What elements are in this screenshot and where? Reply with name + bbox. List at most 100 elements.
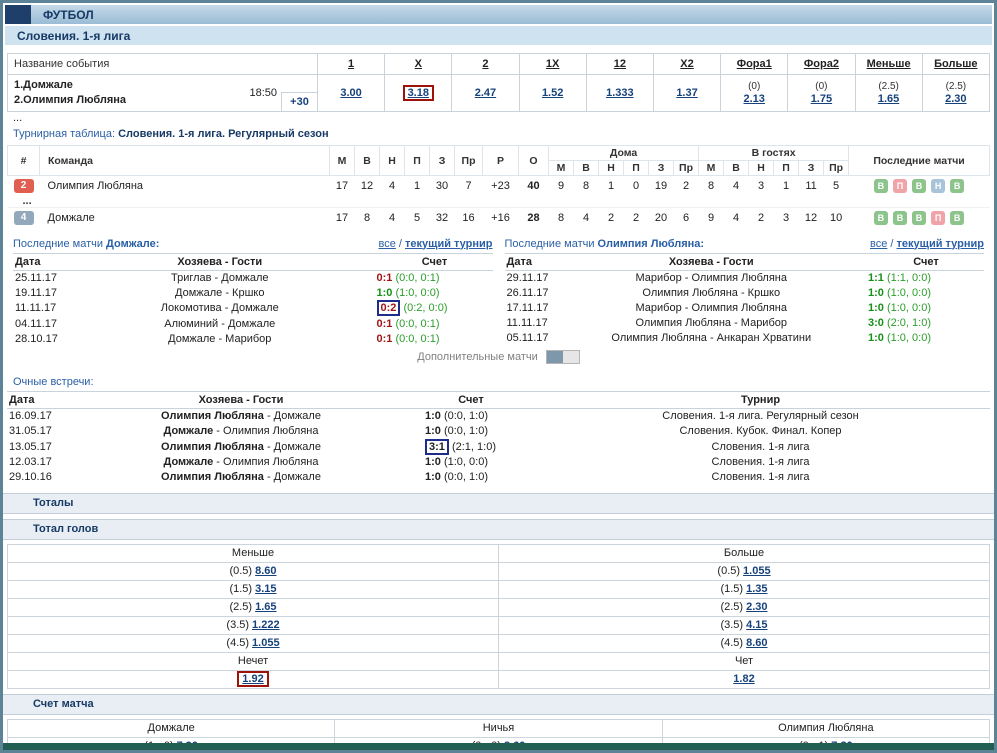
market-header-1[interactable]: 1 xyxy=(316,53,386,75)
total-over-cell[interactable]: (1.5) 1.35 xyxy=(498,579,990,599)
market-header-under[interactable]: Меньше xyxy=(854,53,923,75)
odds-value[interactable]: 8.60 xyxy=(255,565,276,577)
market-header-2[interactable]: 2 xyxy=(451,53,520,75)
odds-value-fora2[interactable]: 1.75 xyxy=(811,93,832,105)
total-under-cell[interactable]: (2.5) 1.65 xyxy=(7,597,499,617)
stat-cell: 4 xyxy=(379,207,405,229)
odds-value-x[interactable]: 3.18 xyxy=(408,87,429,99)
team-name[interactable]: Олимпия Любляна xyxy=(39,175,330,197)
score-header: Счет xyxy=(364,252,493,271)
market-header-fora2-link[interactable]: Фора2 xyxy=(804,58,839,70)
odds-value-fora1[interactable]: 2.13 xyxy=(744,93,765,105)
total-under-cell[interactable]: (3.5) 1.222 xyxy=(7,615,499,635)
odds-value[interactable]: 1.055 xyxy=(743,565,771,577)
market-header-under-link[interactable]: Меньше xyxy=(867,58,911,70)
total-over-cell[interactable]: (4.5) 8.60 xyxy=(498,633,990,653)
even-odds-cell[interactable]: 1.82 xyxy=(498,669,990,689)
additional-matches-toggle[interactable] xyxy=(545,350,580,364)
stat-cell: 8 xyxy=(548,207,574,229)
odds-value[interactable]: 1.222 xyxy=(252,619,280,631)
market-header-fora2[interactable]: Фора2 xyxy=(787,53,856,75)
market-header-1-link[interactable]: 1 xyxy=(348,58,354,70)
odds-cell-12[interactable]: 1.333 xyxy=(585,74,654,112)
odds-cell-over[interactable]: (2.5) 2.30 xyxy=(921,74,991,112)
odds-cell-1x[interactable]: 1.52 xyxy=(518,74,587,112)
total-under-cell[interactable]: (4.5) 1.055 xyxy=(7,633,499,653)
totals-section-header[interactable]: Тоталы xyxy=(3,492,994,514)
market-header-12-link[interactable]: 12 xyxy=(614,58,626,70)
odds-cell-x[interactable]: 3.18 xyxy=(384,74,453,112)
total-over-cell[interactable]: (3.5) 4.15 xyxy=(498,615,990,635)
odds-cell-under[interactable]: (2.5) 1.65 xyxy=(854,74,923,112)
market-header-fora1[interactable]: Фора1 xyxy=(720,53,789,75)
total-under-cell[interactable]: (1.5) 3.15 xyxy=(7,579,499,599)
filter-current-link[interactable]: текущий турнир xyxy=(897,238,984,250)
event-team-1[interactable]: 1.Домжале xyxy=(14,78,235,93)
stat-header: О xyxy=(518,145,549,176)
odd-odds-cell[interactable]: 1.92 xyxy=(7,669,499,689)
more-events-ellipsis: ... xyxy=(13,112,23,124)
odds-value-1[interactable]: 3.00 xyxy=(340,87,361,99)
score-header-row: Домжале Ничья Олимпия Любляна xyxy=(6,718,991,738)
match-row: 25.11.17 Триглав - Домжале 0:1 (0:0, 0:1… xyxy=(13,270,493,285)
event-team-2[interactable]: 2.Олимпия Любляна xyxy=(14,93,235,108)
market-header-1x[interactable]: 1X xyxy=(518,53,587,75)
match-score-section-header[interactable]: Счет матча xyxy=(3,693,994,715)
odds-value[interactable]: 1.92 xyxy=(242,673,263,685)
odds-cell-x2[interactable]: 1.37 xyxy=(652,74,722,112)
filter-all-link[interactable]: все xyxy=(379,238,396,250)
date-header: Дата xyxy=(504,252,567,271)
total-over-cell[interactable]: (0.5) 1.055 xyxy=(498,561,990,581)
team-name[interactable]: Домжале xyxy=(39,207,330,229)
market-header-x[interactable]: X xyxy=(384,53,453,75)
total-goals-section-header[interactable]: Тотал голов xyxy=(3,518,994,540)
match-score: 0:2 (0:2, 0:0) xyxy=(365,300,493,316)
odds-value[interactable]: 3.15 xyxy=(255,583,276,595)
odds-value[interactable]: 2.30 xyxy=(746,601,767,613)
odds-cell-2[interactable]: 2.47 xyxy=(451,74,520,112)
stat-header: Н xyxy=(379,145,405,176)
match-date: 28.10.17 xyxy=(15,332,58,345)
total-over-cell[interactable]: (2.5) 2.30 xyxy=(498,597,990,617)
odds-value[interactable]: 8.60 xyxy=(746,637,767,649)
odds-value-x2[interactable]: 1.37 xyxy=(676,87,697,99)
market-header-over-link[interactable]: Больше xyxy=(934,58,977,70)
market-header-1x-link[interactable]: 1X xyxy=(546,58,559,70)
toggle-off-segment[interactable] xyxy=(562,351,579,363)
market-header-x2-link[interactable]: X2 xyxy=(680,58,693,70)
market-header-fora1-link[interactable]: Фора1 xyxy=(737,58,772,70)
odds-value[interactable]: 1.82 xyxy=(733,673,754,685)
toggle-on-segment[interactable] xyxy=(546,351,563,363)
totals-row: (3.5) 1.222 (3.5) 4.15 xyxy=(7,615,990,635)
match-row: 05.11.17 Олимпия Любляна - Анкаран Хрват… xyxy=(505,330,985,345)
more-markets-button[interactable]: +30 xyxy=(281,92,317,111)
odds-value[interactable]: 4.15 xyxy=(746,619,767,631)
odds-cell-fora1[interactable]: (0) 2.13 xyxy=(720,74,789,112)
odds-cell-1[interactable]: 3.00 xyxy=(316,74,386,112)
market-header-x-link[interactable]: X xyxy=(415,58,422,70)
match-teams: Домжале - Олимпия Любляна xyxy=(163,456,319,468)
total-under-cell[interactable]: (0.5) 8.60 xyxy=(7,561,499,581)
market-header-2-link[interactable]: 2 xyxy=(482,58,488,70)
h2h-row: 16.09.17 Олимпия Любляна - Домжале 1:0 (… xyxy=(7,409,990,424)
odds-value[interactable]: 1.055 xyxy=(252,637,280,649)
odds-value-1x[interactable]: 1.52 xyxy=(542,87,563,99)
odds-cell-fora2[interactable]: (0) 1.75 xyxy=(787,74,856,112)
filter-all-link[interactable]: все xyxy=(870,238,887,250)
stat-cell: 4 xyxy=(379,175,405,197)
odds-value-2[interactable]: 2.47 xyxy=(475,87,496,99)
date-header: Дата xyxy=(13,252,75,271)
market-header-12[interactable]: 12 xyxy=(585,53,654,75)
odds-value-12[interactable]: 1.333 xyxy=(606,87,634,99)
market-header-over[interactable]: Больше xyxy=(921,53,991,75)
stat-cell: 17 xyxy=(329,175,355,197)
filter-current-link[interactable]: текущий турнир xyxy=(405,238,492,250)
points-cell: 40 xyxy=(518,175,549,197)
market-header-x2[interactable]: X2 xyxy=(652,53,722,75)
odds-value[interactable]: 1.35 xyxy=(746,583,767,595)
odds-value[interactable]: 1.65 xyxy=(255,601,276,613)
match-tournament: Словения. 1-я лига xyxy=(711,440,810,453)
event-teams[interactable]: 1.Домжале 2.Олимпия Любляна xyxy=(8,75,235,111)
odds-value-over[interactable]: 2.30 xyxy=(945,93,966,105)
odds-value-under[interactable]: 1.65 xyxy=(878,93,899,105)
